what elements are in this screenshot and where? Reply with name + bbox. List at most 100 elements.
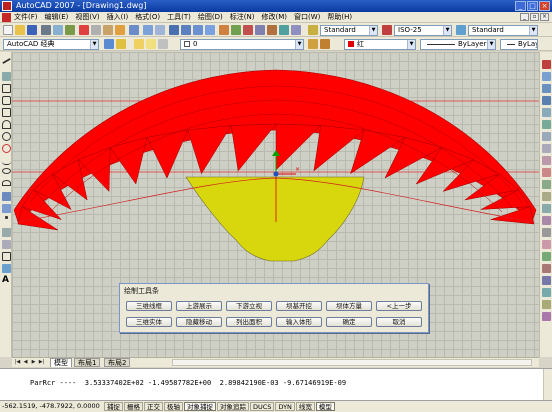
zoom-previous-icon[interactable] <box>205 25 215 35</box>
doc-close-button[interactable]: × <box>540 13 549 21</box>
polyline-icon[interactable] <box>2 84 11 93</box>
maximize-button[interactable]: □ <box>527 1 538 11</box>
polygon-icon[interactable] <box>2 96 11 105</box>
design-center-icon[interactable] <box>231 25 241 35</box>
paste-icon[interactable] <box>103 25 113 35</box>
menu-item-5[interactable]: 工具(T) <box>167 13 191 22</box>
dialog-button-row2-4[interactable]: 确定 <box>326 317 372 327</box>
rotate-icon[interactable] <box>542 132 551 141</box>
status-mode-8[interactable]: 线宽 <box>295 402 315 411</box>
command-scrollbar[interactable] <box>543 369 552 400</box>
text-style-select[interactable]: Standard ▼ <box>320 25 378 36</box>
circle-icon[interactable] <box>2 132 11 141</box>
layer-manager-icon[interactable] <box>116 39 126 49</box>
menu-item-0[interactable]: 文件(F) <box>14 13 38 22</box>
print-preview-icon[interactable] <box>53 25 63 35</box>
move-icon[interactable] <box>542 120 551 129</box>
print-icon[interactable] <box>41 25 51 35</box>
stretch-icon[interactable] <box>542 156 551 165</box>
redo-icon[interactable] <box>155 25 165 35</box>
status-mode-4[interactable]: 对象捕捉 <box>184 402 216 411</box>
status-mode-5[interactable]: 对象追踪 <box>217 402 249 411</box>
menu-item-6[interactable]: 绘图(D) <box>198 13 223 22</box>
make-block-icon[interactable] <box>2 204 11 213</box>
cut-icon[interactable] <box>79 25 89 35</box>
command-line[interactable]: ParRcr ---- 3.53337402E+02 -1.49587782E+… <box>0 368 552 401</box>
save-icon[interactable] <box>27 25 37 35</box>
sheet-set-icon[interactable] <box>255 25 265 35</box>
document-icon[interactable] <box>2 13 11 22</box>
autocad-app-icon[interactable] <box>2 1 12 11</box>
break-icon[interactable] <box>542 192 551 201</box>
dialog-button-row2-3[interactable]: 输入体形 <box>276 317 322 327</box>
tool-palettes-icon[interactable] <box>243 25 253 35</box>
status-mode-9[interactable]: 模型 <box>315 402 335 411</box>
dialog-button-row2-2[interactable]: 列出面积 <box>226 317 272 327</box>
help-icon[interactable] <box>291 25 301 35</box>
menu-item-2[interactable]: 视图(V) <box>75 13 99 22</box>
snap-tool-icon[interactable] <box>542 252 551 261</box>
zoom-window-icon[interactable] <box>193 25 203 35</box>
snap-intersection-icon[interactable] <box>542 288 551 297</box>
construction-line-icon[interactable] <box>2 72 11 81</box>
doc-restore-button[interactable]: ▫ <box>530 13 539 21</box>
make-current-layer-icon[interactable] <box>308 39 318 49</box>
snap-endpoint-icon[interactable] <box>542 264 551 273</box>
tab-layout2[interactable]: 布局2 <box>104 358 131 367</box>
linetype-select[interactable]: ByLayer ▼ <box>420 39 496 50</box>
lineweight-select[interactable]: ByLayer <box>500 39 538 50</box>
status-mode-2[interactable]: 正交 <box>144 402 163 411</box>
tab-layout1[interactable]: 布局1 <box>74 358 101 367</box>
menu-item-8[interactable]: 修改(M) <box>261 13 287 22</box>
copy-icon[interactable] <box>91 25 101 35</box>
workspace-settings-icon[interactable] <box>104 39 114 49</box>
copy-object-icon[interactable] <box>542 72 551 81</box>
dim-style-select[interactable]: ISO-25 ▼ <box>394 25 452 36</box>
chamfer-icon[interactable] <box>542 216 551 225</box>
menu-item-4[interactable]: 格式(O) <box>135 13 160 22</box>
gradient-icon[interactable] <box>2 240 11 249</box>
tab-model[interactable]: 模型 <box>50 358 72 367</box>
explode-icon[interactable] <box>542 240 551 249</box>
dialog-button-row1-4[interactable]: 坝体方量 <box>326 301 372 311</box>
fillet-icon[interactable] <box>542 228 551 237</box>
status-mode-6[interactable]: DUCS <box>250 402 275 411</box>
hatch-icon[interactable] <box>2 228 11 237</box>
offset-icon[interactable] <box>542 96 551 105</box>
status-mode-1[interactable]: 栅格 <box>124 402 143 411</box>
multiline-text-icon[interactable]: A <box>2 276 11 285</box>
prev-tab-icon[interactable]: ◀ <box>22 359 29 366</box>
erase-icon[interactable] <box>542 60 551 69</box>
status-mode-0[interactable]: 捕捉 <box>104 402 123 411</box>
calculator-icon[interactable] <box>279 25 289 35</box>
publish-icon[interactable] <box>65 25 75 35</box>
first-tab-icon[interactable]: |◀ <box>14 359 21 366</box>
layer-select[interactable]: 0 ▼ <box>180 39 304 50</box>
snap-midpoint-icon[interactable] <box>542 276 551 285</box>
ellipse-icon[interactable] <box>2 168 11 174</box>
ellipse-arc-icon[interactable] <box>2 180 11 186</box>
mirror-icon[interactable] <box>542 84 551 93</box>
scale-icon[interactable] <box>542 144 551 153</box>
layer-previous-icon[interactable] <box>320 39 330 49</box>
menu-item-7[interactable]: 标注(N) <box>230 13 255 22</box>
arc-icon[interactable] <box>2 120 11 129</box>
workspace-select[interactable]: AutoCAD 经典 ▼ <box>3 39 99 50</box>
region-icon[interactable] <box>2 252 11 261</box>
insert-block-icon[interactable] <box>2 192 11 201</box>
last-tab-icon[interactable]: ▶| <box>38 359 45 366</box>
spline-icon[interactable] <box>2 156 11 165</box>
line-icon[interactable] <box>2 57 11 65</box>
next-tab-icon[interactable]: ▶ <box>30 359 37 366</box>
status-mode-3[interactable]: 极轴 <box>164 402 183 411</box>
close-button[interactable]: × <box>539 1 550 11</box>
dialog-button-row2-1[interactable]: 隐藏移动 <box>176 317 222 327</box>
dialog-button-row1-5[interactable]: <上一步 <box>376 301 422 311</box>
extend-icon[interactable] <box>542 180 551 189</box>
table-style-select[interactable]: Standard ▼ <box>468 25 538 36</box>
color-select[interactable]: 红 ▼ <box>344 39 416 50</box>
undo-icon[interactable] <box>143 25 153 35</box>
table-icon[interactable] <box>2 264 11 273</box>
status-mode-7[interactable]: DYN <box>275 402 295 411</box>
block-editor-icon[interactable] <box>129 25 139 35</box>
